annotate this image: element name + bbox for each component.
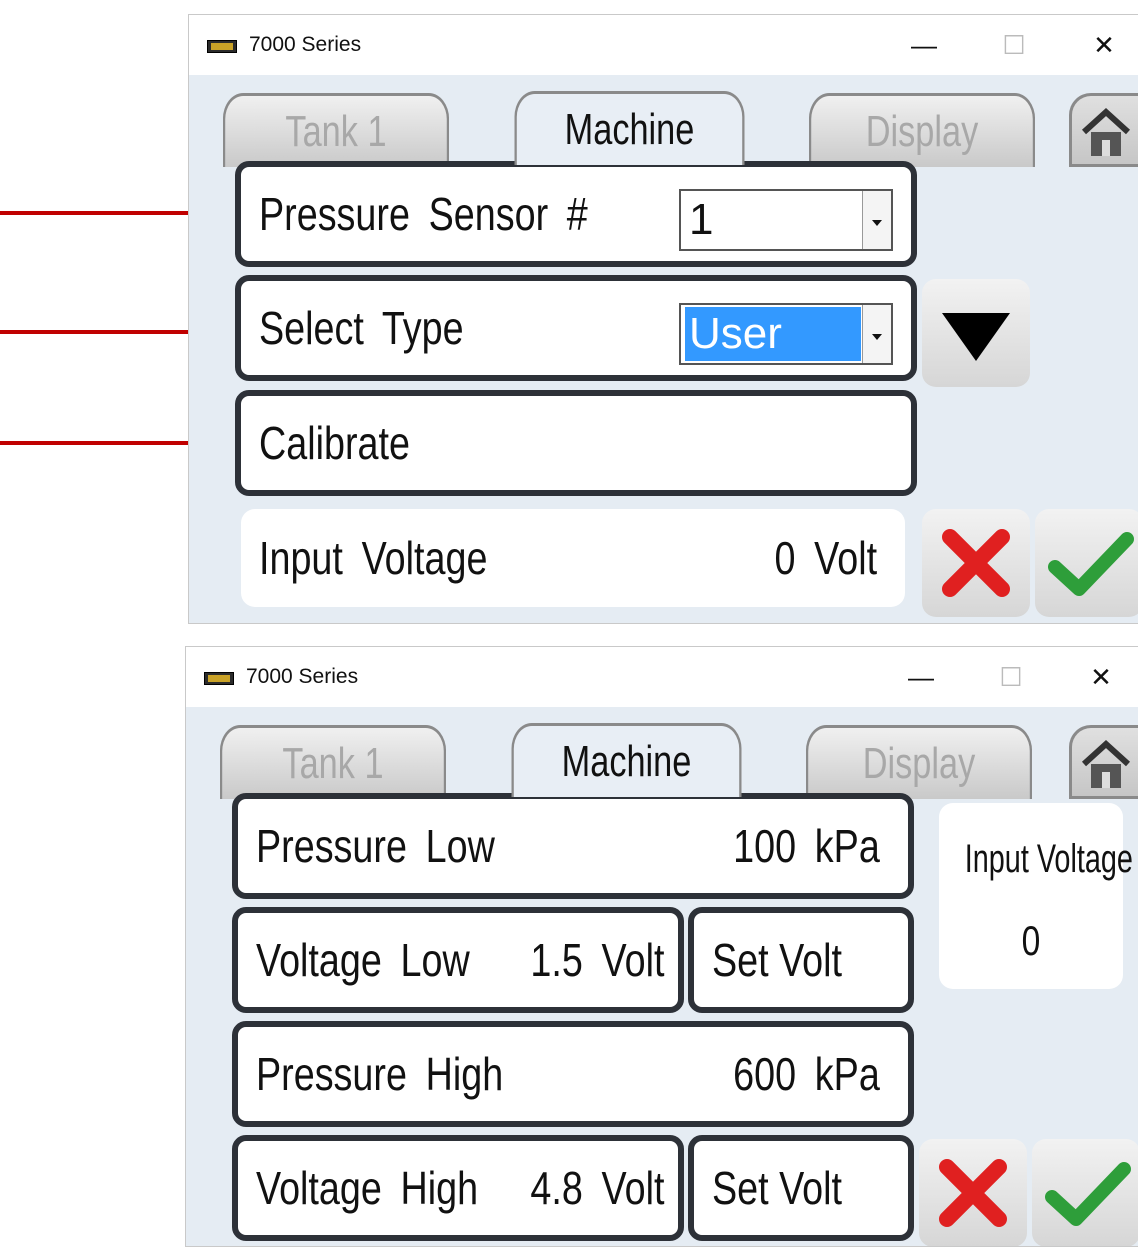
minimize-button[interactable]: — [876,647,966,707]
tab-strip: Tank 1 Machine Display [189,75,1138,167]
select-type-label: Select Type [259,302,464,354]
down-arrow-icon [942,313,1010,361]
input-voltage-panel-value: 0 [1021,917,1041,964]
select-type-row: Select Type User [235,275,917,381]
pressure-high-row[interactable]: Pressure High 600 kPa [232,1021,914,1127]
pressure-low-label: Pressure Low [256,820,495,872]
home-icon [1081,107,1131,156]
home-icon [1081,739,1131,788]
chevron-down-icon[interactable] [862,191,891,249]
tab-machine[interactable]: Machine [511,723,742,797]
voltage-high-label: Voltage High [256,1162,479,1214]
pressure-high-label: Pressure High [256,1048,504,1100]
voltage-high-value: 4.8 Volt [529,1162,664,1214]
checkmark-icon [1048,532,1134,596]
pressure-low-value: 100 kPa [733,820,880,872]
input-voltage-readout: Input Voltage 0 Volt [241,509,905,607]
select-type-value: User [685,307,861,361]
voltage-low-label: Voltage Low [256,934,470,986]
set-volt-high-button[interactable]: Set Volt [688,1135,914,1241]
minimize-button[interactable]: — [879,15,969,75]
window-title: 7000 Series [249,33,362,56]
window-title: 7000 Series [246,665,359,688]
set-volt-high-label: Set Volt [712,1162,843,1214]
checkmark-icon [1045,1162,1131,1226]
home-button[interactable] [1069,725,1138,799]
input-voltage-panel-label: Input Voltage [964,837,1133,881]
pressure-low-row[interactable]: Pressure Low 100 kPa [232,793,914,899]
pressure-sensor-row: Pressure Sensor # 1 [235,161,917,267]
scroll-down-button[interactable] [922,279,1030,387]
voltage-low-row[interactable]: Voltage Low 1.5 Volt [232,907,684,1013]
cancel-button[interactable] [922,509,1030,617]
window-calibration-values: 7000 Series — ☐ ✕ Tank 1 Machine Display… [185,646,1138,1247]
tab-machine[interactable]: Machine [514,91,745,165]
pressure-sensor-label: Pressure Sensor # [259,188,588,240]
input-voltage-panel: Input Voltage 0 [939,803,1133,989]
maximize-button[interactable]: ☐ [966,647,1056,707]
close-button[interactable]: ✕ [1059,15,1138,75]
calibrate-button[interactable]: Calibrate [235,390,917,496]
select-type-select[interactable]: User [679,303,893,365]
voltage-high-row[interactable]: Voltage High 4.8 Volt [232,1135,684,1241]
close-button[interactable]: ✕ [1056,647,1138,707]
set-volt-low-label: Set Volt [712,934,843,986]
cancel-icon [942,529,1010,597]
cancel-button[interactable] [919,1139,1027,1246]
input-voltage-value: 0 Volt [774,532,877,584]
tab-tank[interactable]: Tank 1 [222,93,450,167]
tab-tank[interactable]: Tank 1 [219,725,447,799]
chevron-down-icon[interactable] [862,305,891,363]
app-icon [207,40,237,53]
tab-strip: Tank 1 Machine Display [186,707,1138,799]
ok-button[interactable] [1035,509,1138,617]
calibrate-label: Calibrate [259,417,410,469]
app-icon [204,672,234,685]
voltage-low-value: 1.5 Volt [529,934,664,986]
set-volt-low-button[interactable]: Set Volt [688,907,914,1013]
title-bar: 7000 Series — ☐ ✕ [186,647,1138,707]
pressure-sensor-select[interactable]: 1 [679,189,893,251]
pressure-sensor-value: 1 [689,195,714,244]
title-bar: 7000 Series — ☐ ✕ [189,15,1138,75]
home-button[interactable] [1069,93,1138,167]
ok-button[interactable] [1032,1139,1138,1246]
pressure-high-value: 600 kPa [733,1048,880,1100]
tab-display[interactable]: Display [805,725,1033,799]
tab-display[interactable]: Display [808,93,1036,167]
maximize-button[interactable]: ☐ [969,15,1059,75]
cancel-icon [939,1159,1007,1227]
input-voltage-label: Input Voltage [259,532,488,584]
window-calibration-setup: 7000 Series — ☐ ✕ Tank 1 Machine Display… [188,14,1138,624]
